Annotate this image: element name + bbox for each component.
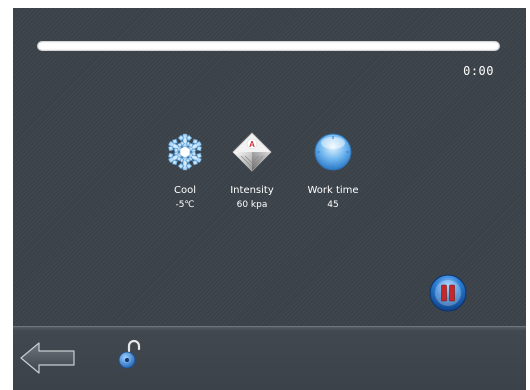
unlock-icon <box>118 339 141 369</box>
progress-bar[interactable] <box>37 41 500 51</box>
clock-icon <box>313 132 353 172</box>
back-arrow-icon <box>20 342 75 374</box>
svg-text:A: A <box>249 140 255 149</box>
pause-icon <box>429 274 467 312</box>
pause-button[interactable] <box>429 274 467 312</box>
bottom-toolbar <box>13 326 526 390</box>
param-value: -5℃ <box>175 200 195 210</box>
param-label: Cool <box>174 185 196 196</box>
param-value: 45 <box>327 200 339 210</box>
param-work-time: Work time 45 <box>297 132 369 210</box>
param-label: Work time <box>307 185 359 196</box>
param-intensity: A Intensity 60 kpa <box>216 132 288 210</box>
unlock-button[interactable] <box>117 339 143 371</box>
elapsed-time: 0:00 <box>463 64 494 78</box>
device-screen: 0:00 Cool -5℃ A Intensity 60 kpa Work ti… <box>13 8 526 390</box>
snowflake-icon <box>165 132 205 172</box>
intensity-diamond-icon: A <box>232 132 272 172</box>
back-button[interactable] <box>19 341 77 375</box>
param-cool: Cool -5℃ <box>149 132 221 210</box>
param-label: Intensity <box>230 185 274 196</box>
param-value: 60 kpa <box>236 200 268 210</box>
